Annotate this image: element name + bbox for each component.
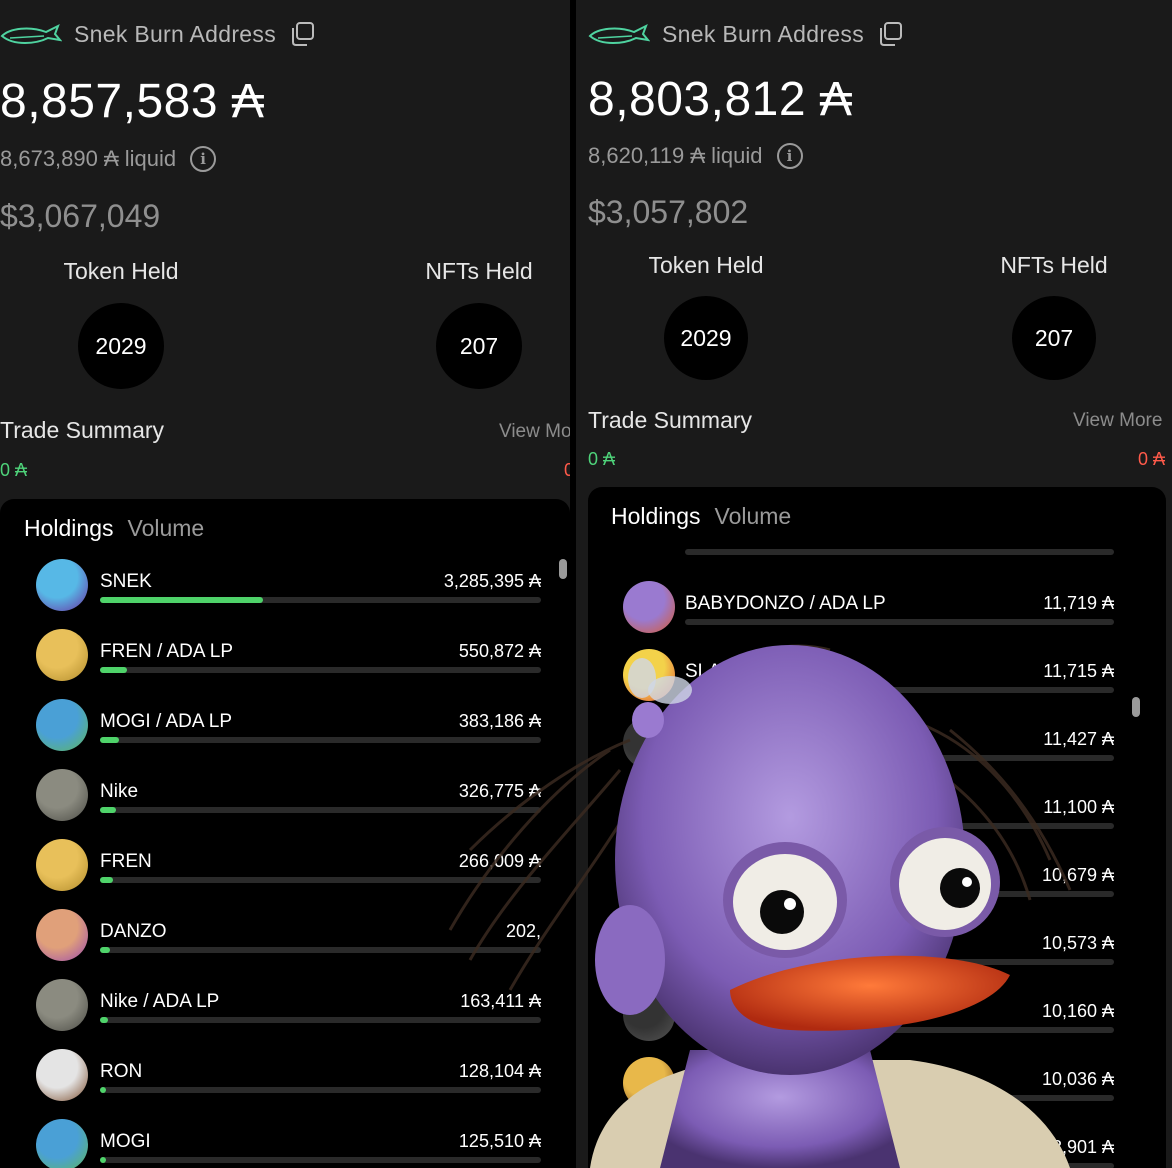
address-header: Snek Burn Address xyxy=(0,20,316,48)
total-balance: 8,857,583 ₳ xyxy=(0,75,265,128)
holding-name: FREN xyxy=(100,851,152,872)
whale-logo-icon xyxy=(588,23,650,44)
holdings-tabs: Holdings Volume xyxy=(611,503,791,530)
liquid-row: 8,620,119 ₳ liquid i xyxy=(588,143,803,169)
holding-name: MOGI / ADA LP xyxy=(100,711,232,732)
holding-name: RON xyxy=(100,1061,143,1082)
holding-bar-track xyxy=(100,597,541,603)
address-label: Snek Burn Address xyxy=(74,20,276,47)
holding-bar-fill xyxy=(100,947,111,953)
holding-name: BABYDONZO / ADA LP xyxy=(685,593,886,614)
holdings-tabs: Holdings Volume xyxy=(24,515,204,542)
mogi-frog-avatar-icon xyxy=(36,1119,88,1168)
danzo-avatar-icon xyxy=(36,909,88,961)
address-header: Snek Burn Address xyxy=(588,20,904,48)
trade-out-value: 0 ₳ xyxy=(1138,449,1166,469)
holding-bar-fill xyxy=(100,1087,107,1093)
holding-bar-fill xyxy=(100,597,264,603)
usd-value: $3,067,049 xyxy=(0,198,161,234)
trade-in-value: 0 ₳ xyxy=(0,460,28,480)
info-icon[interactable]: i xyxy=(190,146,217,172)
trade-summary-title: Trade Summary xyxy=(588,407,753,433)
holding-bar-fill xyxy=(100,877,114,883)
total-balance: 8,803,812 ₳ xyxy=(588,73,853,126)
copy-icon[interactable] xyxy=(876,20,904,48)
nfts-held-count[interactable]: 207 xyxy=(1012,296,1096,380)
holding-name: SNEK xyxy=(100,571,152,592)
holding-name: FREN / ADA LP xyxy=(100,641,234,662)
token-held-count[interactable]: 2029 xyxy=(78,303,164,389)
liquid-balance: 8,620,119 ₳ liquid xyxy=(588,143,763,168)
holding-name: Nike / ADA LP xyxy=(100,991,220,1012)
usd-value: $3,057,802 xyxy=(588,194,749,230)
liquid-row: 8,673,890 ₳ liquid i xyxy=(0,146,217,172)
fren-coin-avatar-icon xyxy=(36,629,88,681)
nfts-held-count[interactable]: 207 xyxy=(436,303,522,389)
holding-value: 3,285,395 ₳ xyxy=(443,571,541,591)
liquid-balance: 8,673,890 ₳ liquid xyxy=(0,146,177,171)
tab-volume[interactable]: Volume xyxy=(715,503,792,530)
scrollbar-thumb[interactable] xyxy=(559,559,567,579)
holding-bar-fill xyxy=(100,737,119,743)
holding-bar-fill xyxy=(100,1157,107,1163)
token-held-label: Token Held xyxy=(648,252,764,278)
nike-dog-avatar-icon xyxy=(36,979,88,1031)
snek-avatar-icon xyxy=(36,559,88,611)
holding-bar-fill xyxy=(100,1017,108,1023)
nfts-held-label: NFTs Held xyxy=(1000,252,1108,278)
whale-logo-icon xyxy=(0,23,62,44)
ron-avatar-icon xyxy=(36,1049,88,1101)
mogi-frog-avatar-icon xyxy=(36,699,88,751)
tab-volume[interactable]: Volume xyxy=(128,515,205,542)
address-label: Snek Burn Address xyxy=(662,20,864,47)
purple-fish-face-meme-icon xyxy=(448,644,1072,1168)
holding-bar-fill xyxy=(100,667,128,673)
token-held-count[interactable]: 2029 xyxy=(664,296,748,380)
tab-holdings[interactable]: Holdings xyxy=(24,515,114,542)
holding-row[interactable]: SNEK 3,285,395 ₳ xyxy=(36,559,541,621)
trade-in-value: 0 ₳ xyxy=(588,449,616,469)
holding-name: Nike xyxy=(100,781,139,802)
nike-dog-avatar-icon xyxy=(36,769,88,821)
copy-icon[interactable] xyxy=(288,20,316,48)
holding-bar-track xyxy=(685,619,1114,625)
holding-name: DANZO xyxy=(100,921,167,942)
holding-name: MOGI xyxy=(100,1131,151,1152)
holding-value: 11,719 ₳ xyxy=(1043,593,1114,613)
view-more-link[interactable]: View Mo xyxy=(499,421,570,443)
holding-bar-fill xyxy=(100,807,117,813)
tab-holdings[interactable]: Holdings xyxy=(611,503,701,530)
fren-coin-avatar-icon xyxy=(36,839,88,891)
babydonzo-avatar-icon xyxy=(623,581,675,633)
info-icon[interactable]: i xyxy=(776,143,803,169)
trade-summary-title: Trade Summary xyxy=(0,417,165,443)
view-more-link[interactable]: View More xyxy=(1073,410,1162,432)
token-held-label: Token Held xyxy=(63,258,179,284)
nfts-held-label: NFTs Held xyxy=(425,258,533,284)
partial-row-bar xyxy=(685,549,1114,555)
